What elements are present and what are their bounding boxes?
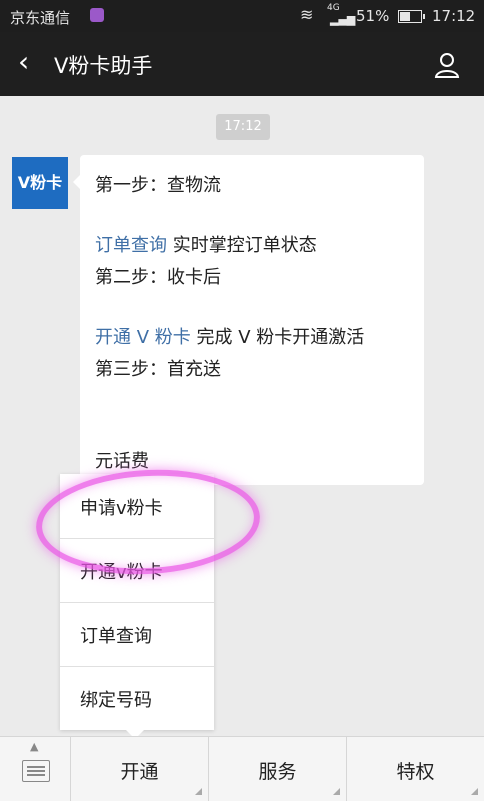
menu-item-bind-number[interactable]: 绑定号码 <box>60 666 214 730</box>
tab-label: 服务 <box>258 761 297 783</box>
order-query-desc: 实时掌控订单状态 <box>172 235 317 256</box>
bottom-menu-bar: ▲ 开通 服务 特权 <box>0 736 484 801</box>
network-type: 4G <box>327 3 340 13</box>
carrier-label: 京东通信 <box>10 9 71 27</box>
order-query-link[interactable]: 订单查询 <box>95 235 167 256</box>
submenu-indicator-icon <box>333 788 340 795</box>
activate-link[interactable]: 开通 V 粉卡 <box>95 327 191 348</box>
wifi-icon: ≋ <box>300 5 314 24</box>
activate-row: 开通 V 粉卡 完成 V 粉卡开通激活 <box>95 323 364 349</box>
submenu-indicator-icon <box>195 788 202 795</box>
page-title: V粉卡助手 <box>54 54 153 78</box>
user-profile-icon[interactable] <box>434 52 460 78</box>
message-bubble: 第一步：查物流 订单查询 实时掌控订单状态 第二步：收卡后 开通 V 粉卡 完成… <box>73 155 424 485</box>
app-notification-icon <box>90 8 104 22</box>
chevron-up-icon: ▲ <box>30 740 39 753</box>
battery-percent: 51% <box>356 7 390 25</box>
partial-text: 元话费 <box>95 451 149 472</box>
submenu-indicator-icon <box>471 788 478 795</box>
keyboard-icon <box>22 760 50 782</box>
signal-icon: ▂▄▆ <box>330 13 356 26</box>
status-bar: 京东通信 ≋ 4G ▂▄▆ 51% 17:12 <box>0 0 484 32</box>
menu-item-label: 绑定号码 <box>80 690 152 711</box>
step-one-text: 第一步：查物流 <box>95 175 221 196</box>
title-bar: ‹ V粉卡助手 <box>0 32 484 96</box>
step-three-text: 第三步：首充送 <box>95 359 221 380</box>
keyboard-toggle-button[interactable]: ▲ <box>0 737 71 801</box>
tab-service[interactable]: 服务 <box>209 737 347 801</box>
step-two-text: 第二步：收卡后 <box>95 267 221 288</box>
status-time: 17:12 <box>432 7 476 25</box>
tab-label: 特权 <box>396 761 435 783</box>
menu-item-label: 订单查询 <box>80 626 152 647</box>
tab-activate[interactable]: 开通 <box>71 737 209 801</box>
back-icon[interactable]: ‹ <box>18 46 29 78</box>
tab-label: 开通 <box>120 761 159 783</box>
message-timestamp: 17:12 <box>216 114 270 140</box>
order-query-row: 订单查询 实时掌控订单状态 <box>95 231 317 257</box>
battery-icon <box>398 10 425 23</box>
menu-item-order-query[interactable]: 订单查询 <box>60 602 214 667</box>
activate-desc: 完成 V 粉卡开通激活 <box>196 327 365 348</box>
tab-privilege[interactable]: 特权 <box>347 737 484 801</box>
avatar[interactable]: V粉卡 <box>12 157 68 209</box>
